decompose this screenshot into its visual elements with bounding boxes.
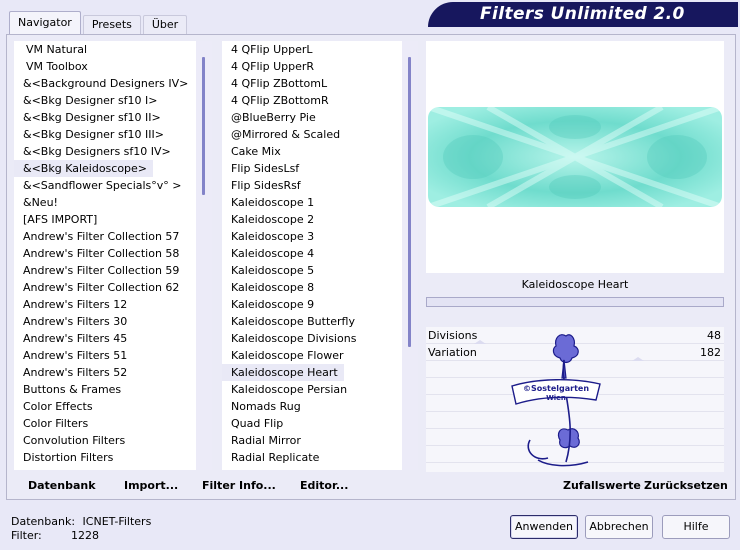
filter-item[interactable]: 4 QFlip ZBottomR [222, 92, 402, 109]
tab-about[interactable]: Über [142, 15, 188, 35]
filter-item[interactable]: 4 QFlip ZBottomL [222, 75, 402, 92]
category-item[interactable]: &<Bkg Designer sf10 II> [14, 109, 196, 126]
category-item[interactable]: &<Bkg Designers sf10 IV> [14, 143, 196, 160]
category-scrollbar[interactable] [196, 41, 212, 470]
category-item[interactable]: Andrew's Filter Collection 57 [14, 228, 196, 245]
status-filter-value: 1228 [71, 529, 99, 542]
filter-item[interactable]: Flip SidesRsf [222, 177, 402, 194]
filter-item[interactable]: Flip SidesLsf [222, 160, 402, 177]
category-item[interactable]: Andrew's Filter Collection 62 [14, 279, 196, 296]
category-item[interactable]: Convolution Filters [14, 432, 196, 449]
category-item[interactable]: VM Toolbox [14, 58, 196, 75]
status-database-label: Datenbank: [11, 515, 76, 528]
status-filter: Filter: 1228 [11, 529, 99, 542]
filter-item[interactable]: Kaleidoscope Butterfly [222, 313, 402, 330]
category-item[interactable]: [AFS IMPORT] [14, 211, 196, 228]
category-item[interactable]: Andrew's Filter Collection 58 [14, 245, 196, 262]
filter-item[interactable]: Kaleidoscope 5 [222, 262, 402, 279]
status-filter-label: Filter: [11, 529, 42, 542]
category-item[interactable]: &<Sandflower Specials°v° > [14, 177, 196, 194]
filter-item[interactable]: Radial Replicate [222, 449, 402, 466]
filter-item[interactable]: @BlueBerry Pie [222, 109, 402, 126]
category-item[interactable]: &<Bkg Designer sf10 III> [14, 126, 196, 143]
help-button[interactable]: Hilfe [662, 515, 730, 539]
status-database: Datenbank: ICNET-Filters [11, 515, 151, 528]
category-item[interactable]: VM Natural [14, 41, 196, 58]
param-label: Variation [428, 346, 477, 359]
filter-item[interactable]: Cake Mix [222, 143, 402, 160]
category-item[interactable]: Distortion Filters [14, 449, 196, 466]
filter-item[interactable]: 4 QFlip UpperL [222, 41, 402, 58]
category-list[interactable]: VM Natural VM Toolbox &<Background Designe… [14, 41, 196, 470]
filter-item[interactable]: Kaleidoscope 2 [222, 211, 402, 228]
watermark-logo: ©Sostelgarten Wien [508, 330, 604, 472]
category-item[interactable]: &<Bkg Designer sf10 I> [14, 92, 196, 109]
category-item[interactable]: Color Filters [14, 415, 196, 432]
apply-button[interactable]: Anwenden [510, 515, 578, 539]
slider-marker [632, 357, 644, 361]
param-value: 48 [707, 329, 721, 342]
category-item[interactable]: Andrew's Filters 52 [14, 364, 196, 381]
category-item[interactable]: Andrew's Filters 45 [14, 330, 196, 347]
filter-item[interactable]: Radial Mirror [222, 432, 402, 449]
category-item[interactable]: Buttons & Frames [14, 381, 196, 398]
filter-item[interactable]: Kaleidoscope 8 [222, 279, 402, 296]
progress-bar [426, 297, 724, 307]
preview-panel [426, 41, 724, 273]
filter-items: 4 QFlip UpperL 4 QFlip UpperR 4 QFlip ZBot… [222, 41, 402, 466]
tab-presets[interactable]: Presets [82, 15, 141, 35]
filter-info-button[interactable]: Filter Info... [202, 473, 276, 499]
filter-scroll-thumb[interactable] [408, 57, 411, 347]
category-scroll-thumb[interactable] [202, 57, 205, 195]
filter-item[interactable]: Kaleidoscope 3 [222, 228, 402, 245]
cancel-button[interactable]: Abbrechen [585, 515, 653, 539]
category-item[interactable]: Andrew's Filter Collection 59 [14, 262, 196, 279]
category-item[interactable]: Andrew's Filters 12 [14, 296, 196, 313]
filter-item[interactable]: @Mirrored & Scaled [222, 126, 402, 143]
database-button[interactable]: Datenbank [28, 473, 96, 499]
status-database-value: ICNET-Filters [82, 515, 152, 528]
category-item[interactable]: Color Effects [14, 398, 196, 415]
watermark-text-top: ©Sostelgarten [523, 384, 589, 393]
tab-navigator[interactable]: Navigator [9, 11, 81, 35]
preview-image [428, 107, 722, 207]
filter-item[interactable]: 4 QFlip UpperR [222, 58, 402, 75]
filter-item[interactable]: Kaleidoscope Divisions [222, 330, 402, 347]
filter-item[interactable]: Kaleidoscope Persian [222, 381, 402, 398]
app-title-banner: Filters Unlimited 2.0 [428, 2, 738, 27]
category-items: VM Natural VM Toolbox &<Background Designe… [14, 41, 196, 466]
category-item[interactable]: &<Bkg Kaleidoscope> [14, 160, 154, 177]
left-button-bar: Datenbank Import... Filter Info... Edito… [14, 473, 422, 499]
param-value: 182 [700, 346, 721, 359]
category-item[interactable]: &Neu! [14, 194, 196, 211]
param-label: Divisions [428, 329, 478, 342]
filter-scrollbar[interactable] [402, 41, 418, 470]
category-item[interactable]: Andrew's Filters 30 [14, 313, 196, 330]
editor-button[interactable]: Editor... [300, 473, 348, 499]
reset-button[interactable]: Zurücksetzen [644, 473, 728, 499]
filter-item[interactable]: Kaleidoscope Flower [222, 347, 402, 364]
category-item[interactable]: Andrew's Filters 51 [14, 347, 196, 364]
filter-list[interactable]: 4 QFlip UpperL 4 QFlip UpperR 4 QFlip ZBot… [222, 41, 402, 470]
category-item[interactable]: &<Background Designers IV> [14, 75, 196, 92]
watermark-text-bottom: Wien [546, 394, 566, 402]
tab-bar: Navigator Presets Über [9, 10, 189, 35]
import-button[interactable]: Import... [124, 473, 178, 499]
filter-item[interactable]: Kaleidoscope 1 [222, 194, 402, 211]
filter-item[interactable]: Kaleidoscope 4 [222, 245, 402, 262]
filter-item[interactable]: Kaleidoscope Heart [222, 364, 344, 381]
selected-filter-name: Kaleidoscope Heart [426, 275, 724, 295]
right-button-bar: Zufallswerte Zurücksetzen [426, 473, 728, 499]
filter-item[interactable]: Quad Flip [222, 415, 402, 432]
random-values-button[interactable]: Zufallswerte [563, 473, 641, 499]
filter-item[interactable]: Nomads Rug [222, 398, 402, 415]
filter-item[interactable]: Kaleidoscope 9 [222, 296, 402, 313]
